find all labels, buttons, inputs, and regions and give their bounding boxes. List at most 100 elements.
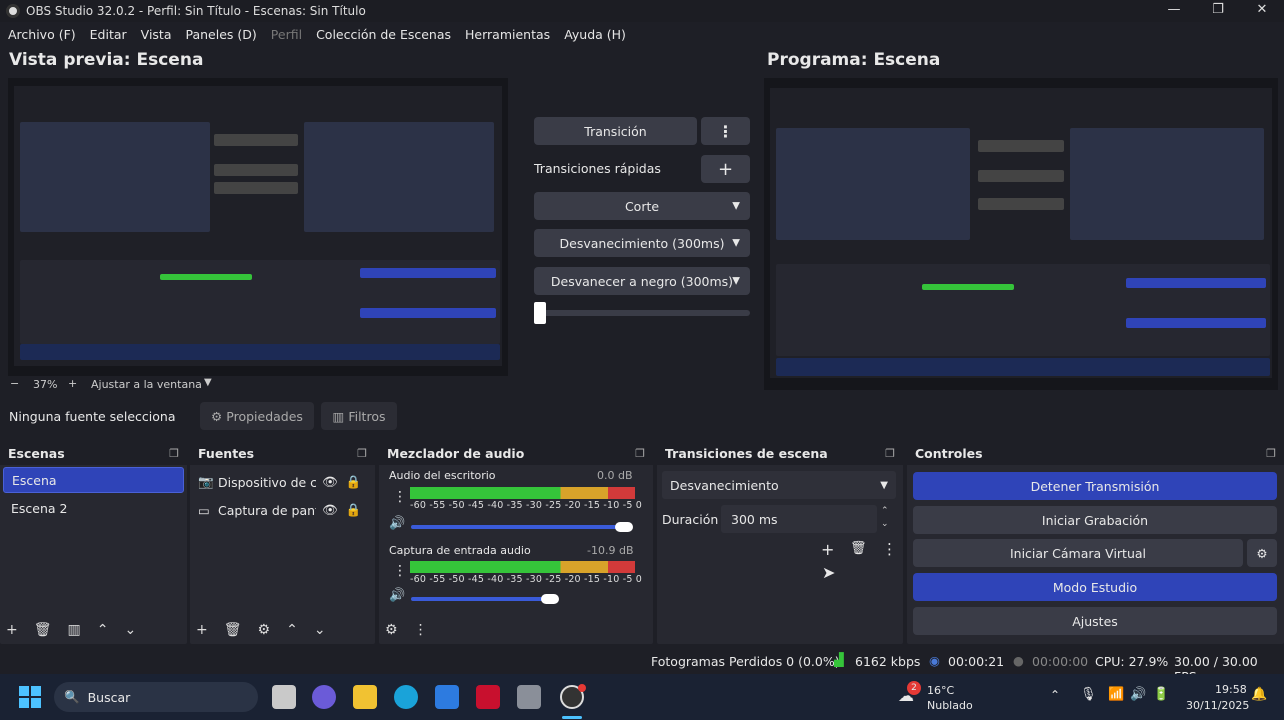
lock-icon[interactable]: 🔒 bbox=[346, 474, 362, 490]
undock-icon[interactable]: ❐ bbox=[635, 447, 645, 460]
clock-date[interactable]: 30/11/2025 bbox=[1186, 699, 1249, 712]
program-canvas bbox=[764, 78, 1278, 390]
properties-button[interactable]: ⚙ Propiedades bbox=[200, 402, 314, 430]
quick-transition-cut[interactable]: Corte ▼ bbox=[534, 192, 750, 220]
scene-item[interactable]: Escena 2 bbox=[3, 495, 184, 521]
start-recording-button[interactable]: Iniciar Grabación bbox=[913, 506, 1277, 534]
battery-icon[interactable]: 🔋 bbox=[1153, 687, 1169, 702]
scenes-title: Escenas bbox=[8, 445, 65, 461]
chevron-up-icon[interactable]: ⌃ bbox=[1050, 688, 1060, 702]
microphone-icon[interactable]: 🎙 bbox=[1080, 687, 1097, 702]
menu-vista[interactable]: Vista bbox=[141, 27, 172, 42]
transition-button[interactable]: Transición bbox=[534, 117, 697, 145]
close-button[interactable]: ✕ bbox=[1240, 0, 1284, 22]
volume-slider-handle[interactable] bbox=[615, 522, 633, 532]
move-down-icon[interactable]: ⌄ bbox=[124, 622, 136, 638]
menu-perfil[interactable]: Perfil bbox=[271, 27, 302, 42]
app-icon[interactable] bbox=[476, 685, 500, 709]
record-time: 00:00:00 bbox=[1032, 654, 1089, 669]
volume-slider[interactable] bbox=[411, 525, 631, 529]
camera-icon: 📷 bbox=[198, 474, 214, 489]
lock-icon[interactable]: 🔒 bbox=[346, 502, 362, 518]
menu-coleccion[interactable]: Colección de Escenas bbox=[316, 27, 451, 42]
virtual-camera-gear-icon[interactable]: ⚙ bbox=[1247, 539, 1277, 567]
undock-icon[interactable]: ❐ bbox=[885, 447, 895, 460]
program-title: Programa: Escena bbox=[767, 50, 941, 70]
source-item[interactable]: ▭ Captura de panta 👁 🔒 bbox=[190, 497, 375, 523]
gear-icon: ⚙ bbox=[211, 408, 223, 424]
wifi-icon[interactable]: 📶 bbox=[1108, 687, 1124, 702]
store-icon[interactable] bbox=[435, 685, 459, 709]
filters-button[interactable]: ▥ Filtros bbox=[321, 402, 397, 430]
preview-zoom-minus[interactable]: − bbox=[10, 377, 19, 390]
volume-icon[interactable]: 🔊 bbox=[1130, 687, 1146, 702]
quick-transition-fade[interactable]: Desvanecimiento (300ms) ▼ bbox=[534, 229, 750, 257]
move-up-icon[interactable]: ⌃ bbox=[286, 622, 298, 638]
no-source-label: Ninguna fuente selecciona bbox=[9, 409, 176, 424]
move-down-icon[interactable]: ⌄ bbox=[314, 622, 326, 638]
notification-bell-icon[interactable]: 🔔 bbox=[1251, 687, 1267, 702]
settings-button[interactable]: Ajustes bbox=[913, 607, 1277, 635]
quick-transition-fade-black[interactable]: Desvanecer a negro (300ms) ▼ bbox=[534, 267, 750, 295]
menu-archivo[interactable]: Archivo (F) bbox=[8, 27, 76, 42]
stop-streaming-button[interactable]: Detener Transmisión bbox=[913, 472, 1277, 500]
menu-ayuda[interactable]: Ayuda (H) bbox=[564, 27, 626, 42]
minimize-button[interactable]: — bbox=[1152, 0, 1196, 22]
speaker-icon[interactable]: 🔊 bbox=[389, 516, 405, 531]
channel-menu-icon[interactable]: ⋮ bbox=[393, 489, 407, 505]
undock-icon[interactable]: ❐ bbox=[1266, 447, 1276, 460]
add-icon[interactable]: + bbox=[6, 622, 18, 638]
windows-start-icon[interactable] bbox=[19, 686, 41, 708]
transition-slider-handle[interactable] bbox=[534, 302, 546, 324]
volume-slider-handle[interactable] bbox=[541, 594, 559, 604]
file-explorer-icon[interactable] bbox=[353, 685, 377, 709]
menu-herramientas[interactable]: Herramientas bbox=[465, 27, 550, 42]
gear-icon[interactable]: ⚙ bbox=[258, 622, 271, 638]
monitor-icon: ▭ bbox=[198, 502, 210, 518]
add-icon[interactable]: + bbox=[821, 540, 834, 559]
preview-zoom-plus[interactable]: + bbox=[68, 377, 77, 390]
add-icon[interactable]: + bbox=[196, 622, 208, 638]
duration-stepper[interactable]: ⌃ ⌄ bbox=[881, 505, 889, 531]
transition-slider[interactable] bbox=[534, 310, 750, 316]
eye-icon[interactable]: 👁 bbox=[322, 502, 338, 518]
scene-item[interactable]: Escena bbox=[3, 467, 184, 493]
move-up-icon[interactable]: ⌃ bbox=[97, 622, 109, 638]
menu-icon[interactable]: ⋮ bbox=[882, 540, 897, 558]
audio-mixer-panel: Mezclador de audio ❐ Audio del escritorio… bbox=[379, 441, 653, 644]
channel-menu-icon[interactable]: ⋮ bbox=[393, 563, 407, 579]
maximize-button[interactable]: ❐ bbox=[1196, 0, 1240, 22]
source-item[interactable]: 📷 Dispositivo de cap 👁 🔒 bbox=[190, 469, 375, 495]
volume-slider[interactable] bbox=[411, 597, 549, 601]
preview-fit[interactable]: Ajustar a la ventana bbox=[91, 378, 202, 391]
add-quick-transition-icon[interactable]: + bbox=[701, 155, 750, 183]
chat-icon[interactable] bbox=[312, 685, 336, 709]
studio-mode-button[interactable]: Modo Estudio bbox=[913, 573, 1277, 601]
edge-icon[interactable] bbox=[394, 685, 418, 709]
taskbar-search[interactable]: 🔍 Buscar bbox=[54, 682, 258, 712]
undock-icon[interactable]: ❐ bbox=[357, 447, 367, 460]
undock-icon[interactable]: ❐ bbox=[169, 447, 179, 460]
trash-icon[interactable]: 🗑 bbox=[224, 622, 242, 638]
start-virtual-camera-button[interactable]: Iniciar Cámara Virtual bbox=[913, 539, 1243, 567]
quick-transitions-label: Transiciones rápidas bbox=[534, 161, 661, 176]
preview-canvas[interactable] bbox=[8, 78, 508, 376]
menu-icon[interactable]: ⋮ bbox=[414, 622, 428, 638]
menu-paneles[interactable]: Paneles (D) bbox=[186, 27, 257, 42]
trash-icon[interactable]: 🗑 bbox=[850, 541, 867, 556]
eye-icon[interactable]: 👁 bbox=[322, 474, 338, 490]
duration-input[interactable]: 300 ms bbox=[721, 505, 877, 533]
advanced-audio-icon[interactable]: ⚙ bbox=[385, 622, 398, 638]
preview-fit-dropdown-icon[interactable]: ▼ bbox=[204, 377, 212, 388]
app-icon[interactable] bbox=[517, 685, 541, 709]
task-view-icon[interactable] bbox=[272, 685, 296, 709]
trash-icon[interactable]: 🗑 bbox=[34, 622, 52, 638]
scene-transitions-panel: Transiciones de escena ❐ Desvanecimiento … bbox=[657, 441, 903, 644]
filter-icon[interactable]: ▥ bbox=[68, 622, 81, 638]
clock-time[interactable]: 19:58 bbox=[1215, 683, 1247, 696]
transition-type-select[interactable]: Desvanecimiento ▼ bbox=[662, 471, 896, 499]
transition-menu-icon[interactable]: ⋮ bbox=[701, 117, 750, 145]
menu-editar[interactable]: Editar bbox=[90, 27, 127, 42]
dropped-frames: Fotogramas Perdidos 0 (0.0%) bbox=[651, 654, 840, 669]
speaker-icon[interactable]: 🔊 bbox=[389, 588, 405, 603]
